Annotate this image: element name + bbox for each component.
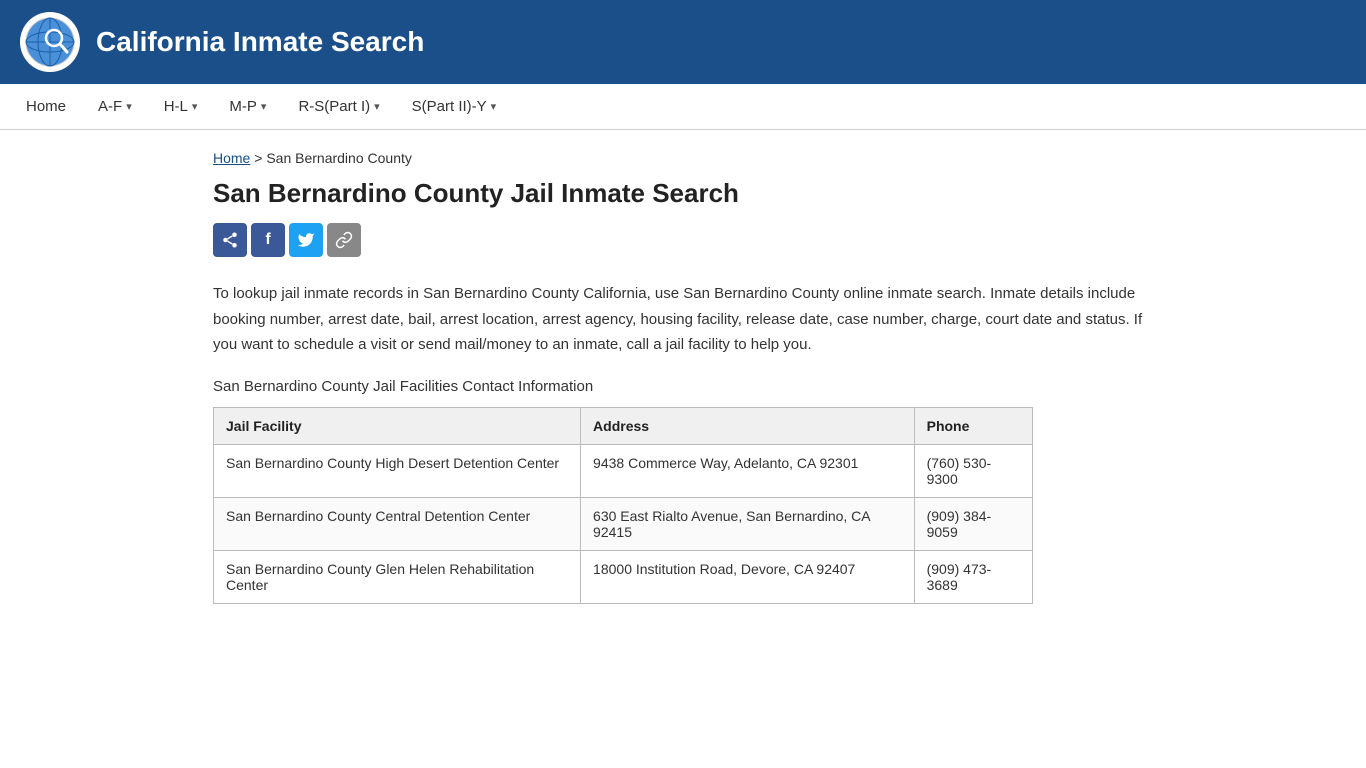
nav-mp-arrow: ▾ xyxy=(261,100,267,113)
table-header-row: Jail Facility Address Phone xyxy=(214,407,1033,444)
breadcrumb: Home > San Bernardino County xyxy=(213,150,1153,166)
description-text: To lookup jail inmate records in San Ber… xyxy=(213,281,1153,358)
nav-af[interactable]: A-F ▾ xyxy=(82,86,148,127)
nav-sy-arrow: ▾ xyxy=(491,100,497,113)
nav-home[interactable]: Home xyxy=(10,86,82,127)
table-row: San Bernardino County Central Detention … xyxy=(214,497,1033,550)
breadcrumb-home-link[interactable]: Home xyxy=(213,150,250,166)
page-title: San Bernardino County Jail Inmate Search xyxy=(213,178,1153,209)
nav-hl[interactable]: H-L ▾ xyxy=(148,86,214,127)
cell-address: 9438 Commerce Way, Adelanto, CA 92301 xyxy=(581,444,915,497)
facebook-button[interactable]: f xyxy=(251,223,285,257)
cell-facility: San Bernardino County Glen Helen Rehabil… xyxy=(214,550,581,603)
logo xyxy=(20,12,80,72)
cell-address: 18000 Institution Road, Devore, CA 92407 xyxy=(581,550,915,603)
table-row: San Bernardino County Glen Helen Rehabil… xyxy=(214,550,1033,603)
col-header-phone: Phone xyxy=(914,407,1032,444)
nav-rs[interactable]: R-S(Part I) ▾ xyxy=(282,86,395,127)
site-header: California Inmate Search xyxy=(0,0,1366,84)
cell-facility: San Bernardino County Central Detention … xyxy=(214,497,581,550)
main-nav: Home A-F ▾ H-L ▾ M-P ▾ R-S(Part I) ▾ S(P… xyxy=(0,84,1366,130)
nav-sy[interactable]: S(Part II)-Y ▾ xyxy=(396,86,513,127)
cell-facility: San Bernardino County High Desert Detent… xyxy=(214,444,581,497)
site-title: California Inmate Search xyxy=(96,26,424,58)
table-row: San Bernardino County High Desert Detent… xyxy=(214,444,1033,497)
copy-link-button[interactable] xyxy=(327,223,361,257)
globe-icon xyxy=(24,16,76,68)
main-content: Home > San Bernardino County San Bernard… xyxy=(193,130,1173,624)
col-header-address: Address xyxy=(581,407,915,444)
cell-phone: (909) 473-3689 xyxy=(914,550,1032,603)
nav-hl-arrow: ▾ xyxy=(192,100,198,113)
cell-phone: (909) 384-9059 xyxy=(914,497,1032,550)
facilities-section-title: San Bernardino County Jail Facilities Co… xyxy=(213,378,1153,395)
social-share-bar: f xyxy=(213,223,1153,257)
cell-address: 630 East Rialto Avenue, San Bernardino, … xyxy=(581,497,915,550)
table-body: San Bernardino County High Desert Detent… xyxy=(214,444,1033,603)
nav-rs-arrow: ▾ xyxy=(374,100,380,113)
breadcrumb-current: San Bernardino County xyxy=(266,150,412,166)
col-header-facility: Jail Facility xyxy=(214,407,581,444)
facilities-table: Jail Facility Address Phone San Bernardi… xyxy=(213,407,1033,604)
nav-af-arrow: ▾ xyxy=(126,100,132,113)
nav-mp[interactable]: M-P ▾ xyxy=(213,86,282,127)
twitter-button[interactable] xyxy=(289,223,323,257)
share-button[interactable] xyxy=(213,223,247,257)
breadcrumb-separator: > xyxy=(254,150,266,166)
cell-phone: (760) 530-9300 xyxy=(914,444,1032,497)
